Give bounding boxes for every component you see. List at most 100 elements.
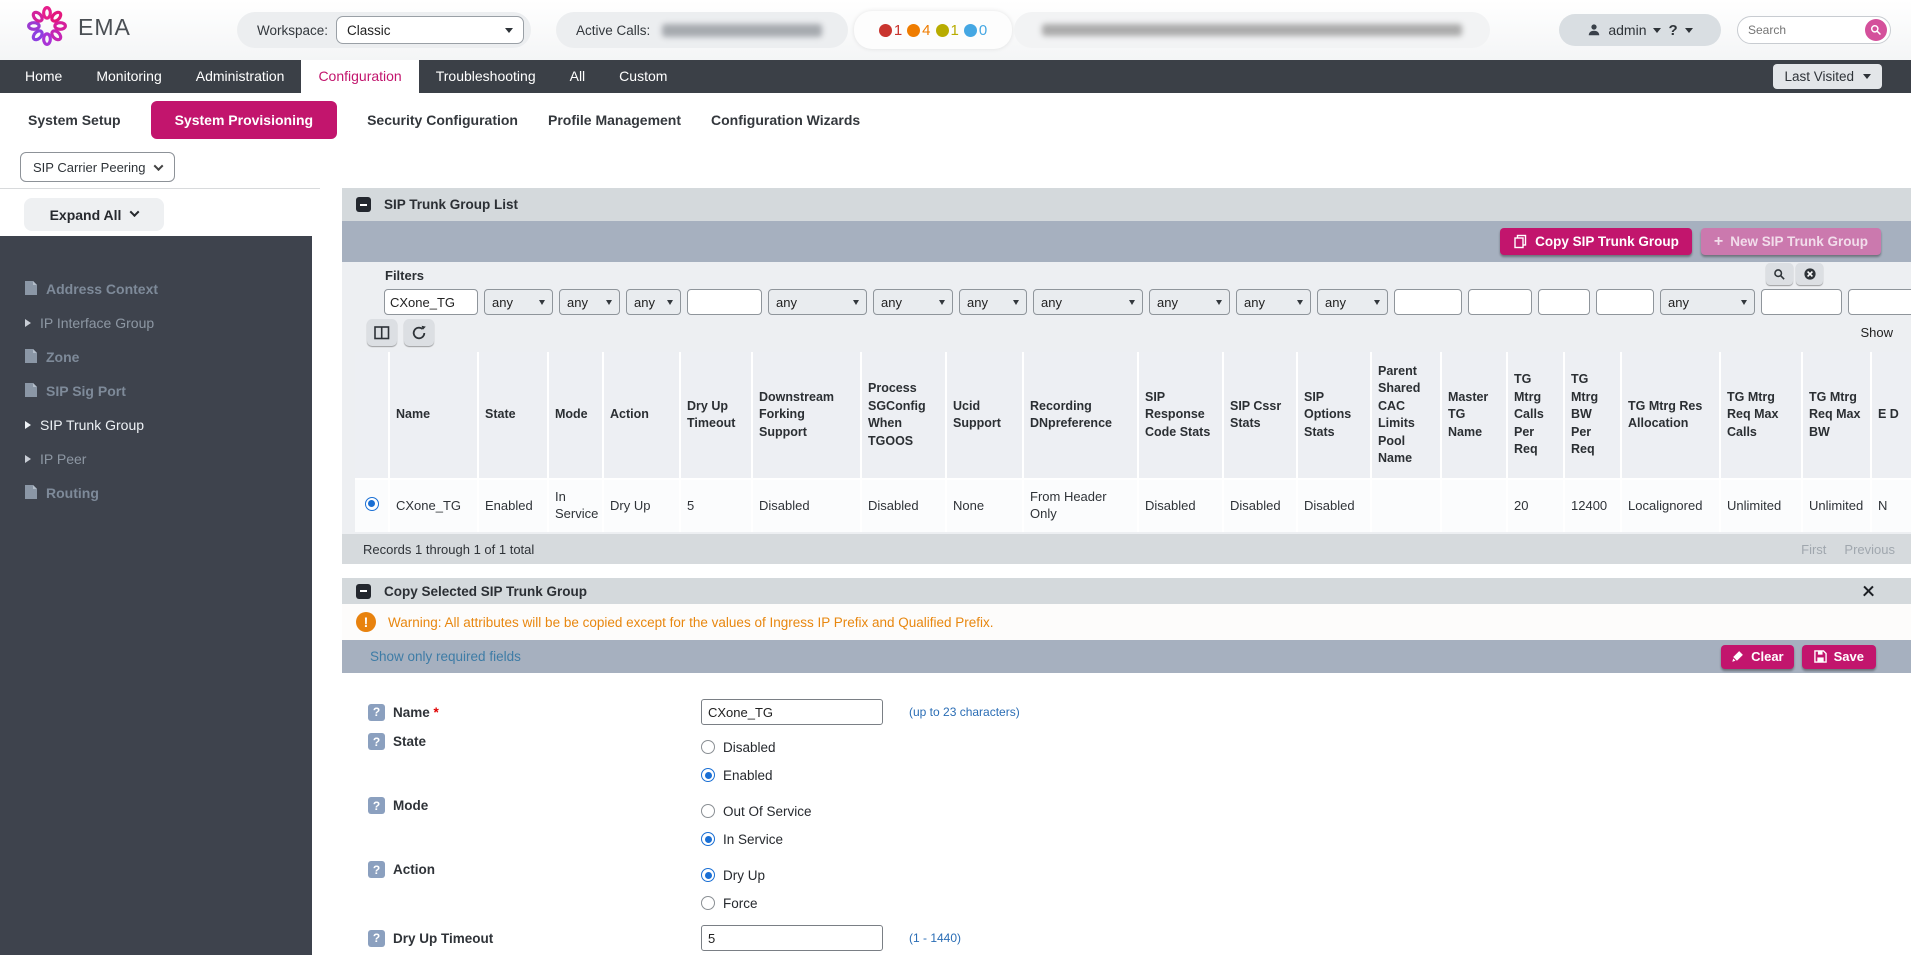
help-menu[interactable]: ? xyxy=(1668,22,1677,39)
filter-select-7[interactable]: any xyxy=(873,289,953,315)
nav-item-administration[interactable]: Administration xyxy=(179,60,302,93)
column-header-sip-cssr-stats[interactable]: SIP Cssr Stats xyxy=(1224,352,1298,478)
filter-select-11[interactable]: any xyxy=(1236,289,1311,315)
radio-out-of-service[interactable] xyxy=(701,804,715,818)
filter-input-18[interactable] xyxy=(1761,289,1842,315)
subnav-item-configuration-wizards[interactable]: Configuration Wizards xyxy=(711,112,860,128)
radio-enabled[interactable] xyxy=(701,768,715,782)
column-header-ucid-support[interactable]: Ucid Support xyxy=(947,352,1024,478)
column-header-dry-up-timeout[interactable]: Dry Up Timeout xyxy=(681,352,753,478)
column-header-sip-response-code-stats[interactable]: SIP Response Code Stats xyxy=(1139,352,1224,478)
sidebar-item-routing[interactable]: Routing xyxy=(0,476,312,510)
column-header-e-d[interactable]: E D xyxy=(1872,352,1911,478)
subnav-item-system-provisioning[interactable]: System Provisioning xyxy=(151,101,337,139)
column-header-tg-mtrg-bw-per-req[interactable]: TG Mtrg BW Per Req xyxy=(1565,352,1622,478)
expand-all-button[interactable]: Expand All xyxy=(24,198,164,231)
help-icon[interactable] xyxy=(368,861,385,878)
help-icon[interactable] xyxy=(368,704,385,721)
column-header-sip-options-stats[interactable]: SIP Options Stats xyxy=(1298,352,1372,478)
nav-item-monitoring[interactable]: Monitoring xyxy=(79,60,178,93)
filter-input-15[interactable] xyxy=(1538,289,1590,315)
sidebar-item-zone[interactable]: Zone xyxy=(0,340,312,374)
column-header-action[interactable]: Action xyxy=(604,352,681,478)
column-header-tg-mtrg-req-max-calls[interactable]: TG Mtrg Req Max Calls xyxy=(1721,352,1803,478)
column-header-process-sgconfig-when-tgoos[interactable]: Process SGConfig When TGOOS xyxy=(862,352,947,478)
name-input[interactable] xyxy=(701,699,883,725)
pagination-previous[interactable]: Previous xyxy=(1844,542,1895,557)
close-icon[interactable] xyxy=(1862,585,1875,598)
column-header-select[interactable] xyxy=(355,352,390,478)
filter-input-16[interactable] xyxy=(1596,289,1654,315)
filter-input-1[interactable] xyxy=(384,289,478,315)
collapse-icon[interactable] xyxy=(356,584,371,599)
subnav-item-system-setup[interactable]: System Setup xyxy=(28,112,121,128)
help-icon[interactable] xyxy=(368,930,385,947)
dry-up-timeout-input[interactable] xyxy=(701,925,883,951)
filter-input-5[interactable] xyxy=(687,289,762,315)
filter-input-14[interactable] xyxy=(1468,289,1532,315)
subnav-item-security-configuration[interactable]: Security Configuration xyxy=(367,112,518,128)
show-required-fields-link[interactable]: Show only required fields xyxy=(370,649,521,664)
column-header-state[interactable]: State xyxy=(479,352,549,478)
column-header-parent-shared-cac-limits-pool-name[interactable]: Parent Shared CAC Limits Pool Name xyxy=(1372,352,1442,478)
column-header-master-tg-name[interactable]: Master TG Name xyxy=(1442,352,1508,478)
filter-select-3[interactable]: any xyxy=(559,289,620,315)
help-icon[interactable] xyxy=(368,733,385,750)
row-select-radio[interactable] xyxy=(365,497,379,511)
column-header-mode[interactable]: Mode xyxy=(549,352,604,478)
radio-disabled[interactable] xyxy=(701,740,715,754)
sidebar-item-sip-sig-port[interactable]: SIP Sig Port xyxy=(0,374,312,408)
last-visited-button[interactable]: Last Visited xyxy=(1773,64,1882,89)
search-button[interactable] xyxy=(1865,19,1887,41)
refresh-button[interactable] xyxy=(404,319,434,346)
form-row-action: ActionDry UpForce xyxy=(368,861,1911,917)
pagination-first[interactable]: First xyxy=(1801,542,1826,557)
collapse-icon[interactable] xyxy=(356,197,371,212)
search-input[interactable] xyxy=(1748,20,1858,40)
apply-filter-button[interactable] xyxy=(1766,263,1793,285)
sidebar-item-ip-interface-group[interactable]: IP Interface Group xyxy=(0,306,312,340)
column-header-label: State xyxy=(485,407,516,421)
column-header-recording-dnpreference[interactable]: Recording DNpreference xyxy=(1024,352,1139,478)
filter-select-6[interactable]: any xyxy=(768,289,867,315)
subnav-item-profile-management[interactable]: Profile Management xyxy=(548,112,681,128)
radio-in-service[interactable] xyxy=(701,832,715,846)
new-sip-trunk-group-button[interactable]: + New SIP Trunk Group xyxy=(1701,228,1881,255)
clear-button[interactable]: Clear xyxy=(1721,645,1794,669)
nav-item-home[interactable]: Home xyxy=(8,60,79,93)
column-header-downstream-forking-support[interactable]: Downstream Forking Support xyxy=(753,352,862,478)
cell-state: Enabled xyxy=(479,478,549,532)
nav-item-all[interactable]: All xyxy=(553,60,603,93)
filter-select-9[interactable]: any xyxy=(1033,289,1143,315)
nav-item-custom[interactable]: Custom xyxy=(602,60,684,93)
workspace-select[interactable]: Classic xyxy=(336,16,524,44)
sidebar-tree: Address ContextIP Interface GroupZoneSIP… xyxy=(0,236,312,955)
filter-select-4[interactable]: any xyxy=(626,289,681,315)
sidebar-item-address-context[interactable]: Address Context xyxy=(0,272,312,306)
help-icon[interactable] xyxy=(368,797,385,814)
filter-select-10[interactable]: any xyxy=(1149,289,1230,315)
column-header-name[interactable]: Name xyxy=(390,352,479,478)
column-header-tg-mtrg-calls-per-req[interactable]: TG Mtrg Calls Per Req xyxy=(1508,352,1565,478)
context-selector[interactable]: SIP Carrier Peering xyxy=(20,152,175,182)
clear-filter-button[interactable] xyxy=(1796,263,1823,285)
radio-dry-up[interactable] xyxy=(701,868,715,882)
nav-item-troubleshooting[interactable]: Troubleshooting xyxy=(419,60,553,93)
user-menu[interactable]: admin ? xyxy=(1559,14,1721,46)
filter-select-12[interactable]: any xyxy=(1317,289,1388,315)
column-header-tg-mtrg-res-allocation[interactable]: TG Mtrg Res Allocation xyxy=(1622,352,1721,478)
filter-input-19[interactable] xyxy=(1848,289,1911,315)
radio-force[interactable] xyxy=(701,896,715,910)
filter-input-13[interactable] xyxy=(1394,289,1462,315)
filter-select-2[interactable]: any xyxy=(484,289,553,315)
filter-select-8[interactable]: any xyxy=(959,289,1027,315)
column-chooser-button[interactable] xyxy=(367,319,397,346)
copy-sip-trunk-group-button[interactable]: Copy SIP Trunk Group xyxy=(1500,228,1692,255)
column-header-tg-mtrg-req-max-bw[interactable]: TG Mtrg Req Max BW xyxy=(1803,352,1872,478)
nav-item-configuration[interactable]: Configuration xyxy=(301,60,418,93)
sidebar-item-sip-trunk-group[interactable]: SIP Trunk Group xyxy=(0,408,312,442)
save-button[interactable]: Save xyxy=(1802,645,1876,669)
sidebar-item-ip-peer[interactable]: IP Peer xyxy=(0,442,312,476)
filter-select-17[interactable]: any xyxy=(1660,289,1755,315)
alarm-summary[interactable]: 1410 xyxy=(854,11,1012,49)
